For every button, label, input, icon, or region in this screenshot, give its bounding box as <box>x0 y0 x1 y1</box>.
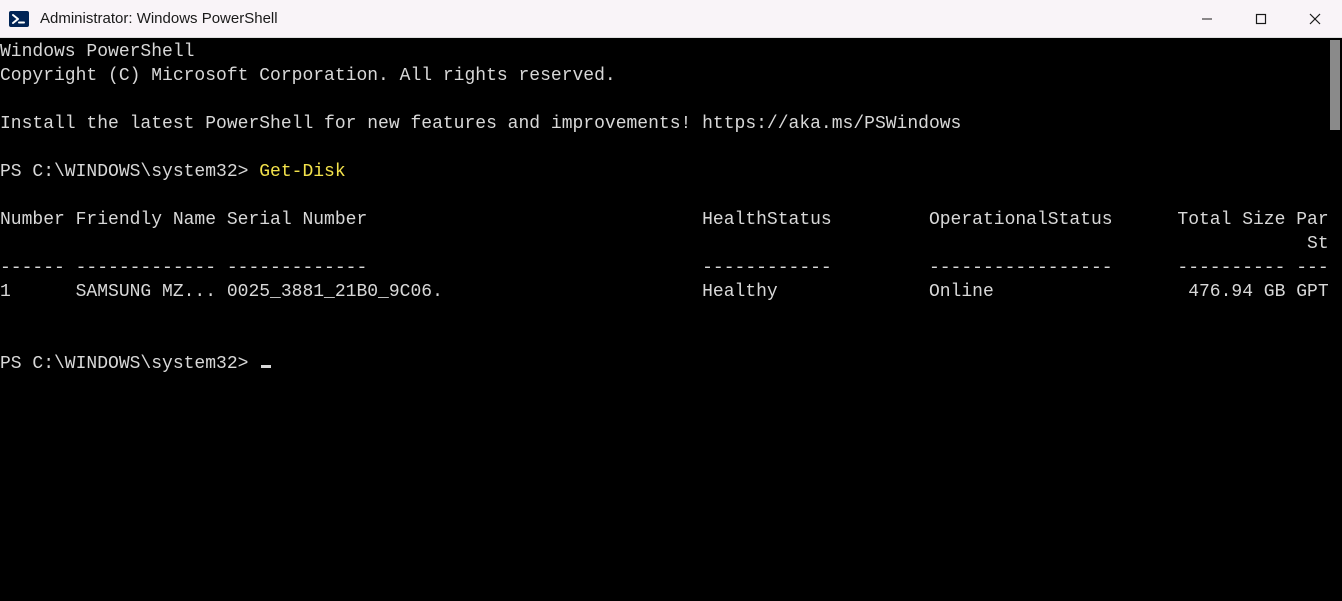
command-text: Get-Disk <box>259 162 345 182</box>
install-message: Install the latest PowerShell for new fe… <box>0 114 961 134</box>
powershell-icon <box>8 8 30 30</box>
minimize-button[interactable] <box>1180 0 1234 37</box>
scrollbar-thumb[interactable] <box>1330 40 1340 130</box>
terminal-area[interactable]: Windows PowerShell Copyright (C) Microso… <box>0 38 1342 601</box>
table-header: Number Friendly Name Serial Number Healt… <box>0 210 1328 230</box>
table-divider: ------ ------------- ------------- -----… <box>0 258 1328 278</box>
close-button[interactable] <box>1288 0 1342 37</box>
terminal-output: Windows PowerShell Copyright (C) Microso… <box>0 38 1328 601</box>
banner-line: Copyright (C) Microsoft Corporation. All… <box>0 66 616 86</box>
prompt-prefix: PS C:\WINDOWS\system32> <box>0 162 259 182</box>
table-row: 1 SAMSUNG MZ... 0025_3881_21B0_9C06. Hea… <box>0 282 1328 302</box>
terminal-cursor <box>261 365 271 368</box>
maximize-button[interactable] <box>1234 0 1288 37</box>
window-title: Administrator: Windows PowerShell <box>40 10 1180 27</box>
window-titlebar: Administrator: Windows PowerShell <box>0 0 1342 38</box>
table-header: Style <box>0 234 1328 254</box>
window-controls <box>1180 0 1342 37</box>
prompt-prefix: PS C:\WINDOWS\system32> <box>0 354 259 374</box>
banner-line: Windows PowerShell <box>0 42 194 62</box>
vertical-scrollbar[interactable] <box>1328 38 1342 601</box>
